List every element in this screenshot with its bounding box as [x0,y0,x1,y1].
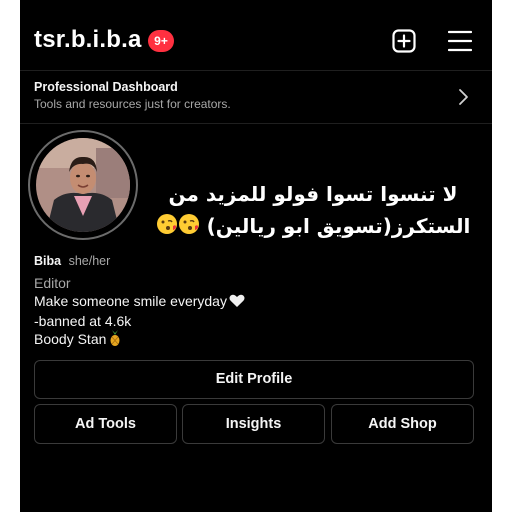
profile-screen: tsr.b.i.b.a 9+ Professional Dashboard To… [20,0,492,512]
display-name: Biba [34,254,62,268]
bio-line-2: -banned at 4.6k [34,313,132,329]
add-shop-button[interactable]: Add Shop [331,404,474,444]
arabic-bio-line-2: الستكرز(تسويق ابو ريالين) [150,210,476,244]
chevron-right-icon [456,88,470,106]
professional-dashboard-link[interactable]: Professional Dashboard Tools and resourc… [20,70,492,124]
dashboard-title: Professional Dashboard [34,80,178,94]
insights-button[interactable]: Insights [182,404,325,444]
notification-badge[interactable]: 9+ [148,30,174,52]
white-heart-icon [229,294,245,312]
hamburger-menu-icon[interactable] [447,30,473,52]
pineapple-icon [108,330,122,350]
pronouns: she/her [68,254,111,268]
bio-line: -banned at 4.6k [34,312,245,330]
edit-profile-button[interactable]: Edit Profile [34,360,474,399]
plus-square-icon[interactable] [392,29,416,53]
kissing-face-emoji [156,212,200,244]
avatar[interactable] [36,138,130,232]
dashboard-subtitle: Tools and resources just for creators. [34,97,231,111]
bio-line-3: Boody Stan [34,331,107,347]
arabic-bio: لا تنسوا تسوا فولو للمزيد من الستكرز(تسو… [150,178,476,244]
category-label: Editor [34,275,71,291]
arabic-bio-line-1: لا تنسوا تسوا فولو للمزيد من [168,182,458,206]
bio: Make someone smile everyday -banned at 4… [34,292,245,350]
bio-line-1: Make someone smile everyday [34,293,227,309]
arabic-bio-line-2-text: الستكرز(تسويق ابو ريالين) [206,214,471,238]
bio-line: Make someone smile everyday [34,292,245,312]
bio-line: Boody Stan [34,330,245,350]
ad-tools-button[interactable]: Ad Tools [34,404,177,444]
username[interactable]: tsr.b.i.b.a [34,26,142,54]
name-row: Biba she/her [34,254,110,268]
profile-header: tsr.b.i.b.a 9+ [20,0,492,70]
